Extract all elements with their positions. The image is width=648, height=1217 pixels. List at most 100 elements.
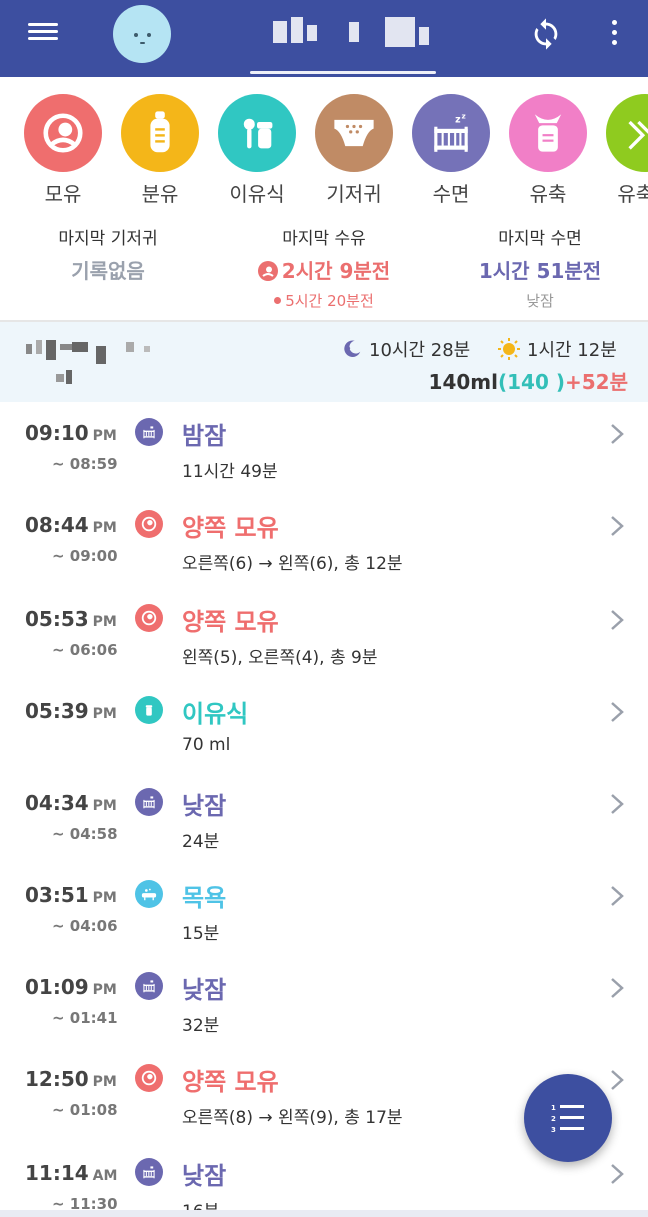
app-toolbar — [0, 0, 648, 77]
last-sleep-summary[interactable]: 마지막 수면 1시간 51분전 낮잠 — [432, 224, 648, 311]
record-detail: 왼쪽(5), 오른쪽(4), 총 9분 — [182, 648, 378, 668]
timeline-list-fab[interactable]: 1 2 3 — [524, 1074, 612, 1162]
chevron-right-icon — [611, 702, 624, 722]
record-row[interactable]: 04:34 PM ~ 04:58 낮잠 24분 — [0, 772, 648, 864]
breastfeeding-icon — [135, 510, 163, 538]
last-sleep-heading: 마지막 수면 — [498, 229, 582, 249]
total-ml: 140ml — [428, 370, 498, 394]
crib-icon — [135, 1158, 163, 1186]
record-ampm: PM — [92, 706, 117, 722]
record-detail: 오른쪽(6) → 왼쪽(6), 총 12분 — [182, 554, 403, 574]
record-detail: 32분 — [182, 1016, 220, 1036]
last-record-summary: 마지막 기저귀 기록없음 마지막 수유 2시간 9분전 5시간 20분전 마지막… — [0, 207, 648, 320]
sun-icon — [498, 338, 520, 360]
totals-open-paren: ( — [498, 370, 508, 394]
category-pumped-milk[interactable]: 유축수 — [606, 94, 648, 207]
record-title: 양쪽 모유 — [182, 608, 279, 636]
day-sleep-total: 1시간 12분 — [497, 336, 617, 362]
breastfeeding-icon — [135, 604, 163, 632]
last-feeding-heading: 마지막 수유 — [282, 229, 366, 249]
bathtub-icon — [135, 880, 163, 908]
hamburger-icon — [28, 23, 58, 26]
menu-button[interactable] — [26, 20, 62, 50]
chevron-right-icon — [611, 1164, 624, 1184]
last-sleep-value: 1시간 51분전 — [478, 259, 602, 283]
crib-icon — [135, 418, 163, 446]
record-row[interactable]: 03:51 PM ~ 04:06 목욕 15분 — [0, 864, 648, 956]
numbered-list-icon: 1 2 3 — [551, 1104, 584, 1134]
record-time: 01:09 — [25, 975, 89, 999]
category-label: 유축 — [529, 182, 567, 206]
record-row[interactable]: 08:44 PM ~ 09:00 양쪽 모유 오른쪽(6) → 왼쪽(6), 총 … — [0, 494, 648, 586]
sync-icon — [534, 18, 558, 50]
record-time: 11:14 — [25, 1161, 89, 1185]
record-time: 08:44 — [25, 513, 89, 537]
record-row[interactable]: 05:39 PM 이유식 70 ml — [0, 680, 648, 772]
record-title: 이유식 — [182, 700, 249, 728]
category-diaper[interactable]: 기저귀 — [315, 94, 393, 207]
record-end-time: ~ 01:41 — [52, 1009, 118, 1027]
record-time: 05:39 — [25, 699, 89, 723]
svg-text:z: z — [455, 115, 461, 126]
category-label: 수면 — [432, 182, 470, 206]
chevron-right-icon — [611, 886, 624, 906]
record-end-time: ~ 04:58 — [52, 825, 118, 843]
record-title: 낮잠 — [182, 976, 227, 1004]
record-title: 낮잠 — [182, 792, 227, 820]
record-ampm: PM — [92, 520, 117, 536]
record-title: 양쪽 모유 — [182, 514, 279, 542]
record-time: 03:51 — [25, 883, 89, 907]
last-feeding-value: 2시간 9분전 — [281, 259, 391, 283]
record-detail: 오른쪽(8) → 왼쪽(9), 총 17분 — [182, 1108, 403, 1128]
chevron-right-icon — [611, 1070, 624, 1090]
category-label: 유축수 — [617, 182, 648, 206]
last-diaper-summary[interactable]: 마지막 기저귀 기록없음 — [0, 224, 216, 284]
breastfeeding-icon — [24, 94, 102, 172]
diaper-icon — [315, 94, 393, 172]
record-end-time: ~ 06:06 — [52, 641, 118, 659]
record-ampm: PM — [92, 890, 117, 906]
record-row[interactable]: 01:09 PM ~ 01:41 낮잠 32분 — [0, 956, 648, 1048]
baby-avatar[interactable] — [113, 5, 171, 63]
chevron-right-icon — [611, 610, 624, 630]
last-feeding-summary[interactable]: 마지막 수유 2시간 9분전 5시간 20분전 — [216, 224, 432, 311]
record-detail: 15분 — [182, 924, 220, 944]
svg-text:2: 2 — [551, 1115, 556, 1123]
category-label: 기저귀 — [326, 182, 382, 206]
baby-food-icon — [218, 94, 296, 172]
breastfeeding-icon — [257, 261, 278, 281]
record-time: 04:34 — [25, 791, 89, 815]
record-ampm: PM — [92, 614, 117, 630]
svg-text:3: 3 — [551, 1126, 556, 1134]
more-button[interactable] — [604, 20, 624, 50]
record-ampm: PM — [92, 1074, 117, 1090]
day-sleep-value: 1시간 12분 — [527, 340, 617, 361]
category-breastfeeding[interactable]: 모유 — [24, 94, 102, 207]
category-label: 분유 — [141, 182, 179, 206]
category-pumping[interactable]: 유축 — [509, 94, 587, 207]
record-ampm: PM — [92, 428, 117, 444]
formula-ml: 140 — [507, 370, 549, 394]
record-time: 05:53 — [25, 607, 89, 631]
record-end-time: ~ 08:59 — [52, 455, 118, 473]
feeding-totals: 140ml(140 )+52분 — [429, 366, 628, 395]
sync-button[interactable] — [529, 16, 563, 52]
category-sleep[interactable]: zz 수면 — [412, 94, 490, 207]
moon-icon — [344, 340, 361, 357]
record-end-time: ~ 01:08 — [52, 1101, 118, 1119]
record-detail: 11시간 49분 — [182, 462, 278, 482]
baby-name-title[interactable] — [273, 17, 429, 47]
more-vertical-icon — [611, 20, 617, 25]
svg-text:1: 1 — [551, 1104, 556, 1112]
breast-minutes: +52분 — [565, 370, 628, 394]
record-row[interactable]: 09:10 PM ~ 08:59 밤잠 11시간 49분 — [0, 402, 648, 494]
last-diaper-heading: 마지막 기저귀 — [58, 229, 158, 249]
record-row[interactable]: 05:53 PM ~ 06:06 양쪽 모유 왼쪽(5), 오른쪽(4), 총 9… — [0, 588, 648, 680]
record-time: 09:10 — [25, 421, 89, 445]
title-underline — [250, 71, 436, 74]
category-formula[interactable]: 분유 — [121, 94, 199, 207]
record-ampm: PM — [92, 982, 117, 998]
category-baby-food[interactable]: 이유식 — [218, 94, 296, 207]
chevron-right-icon — [611, 794, 624, 814]
breast-pump-icon — [509, 94, 587, 172]
